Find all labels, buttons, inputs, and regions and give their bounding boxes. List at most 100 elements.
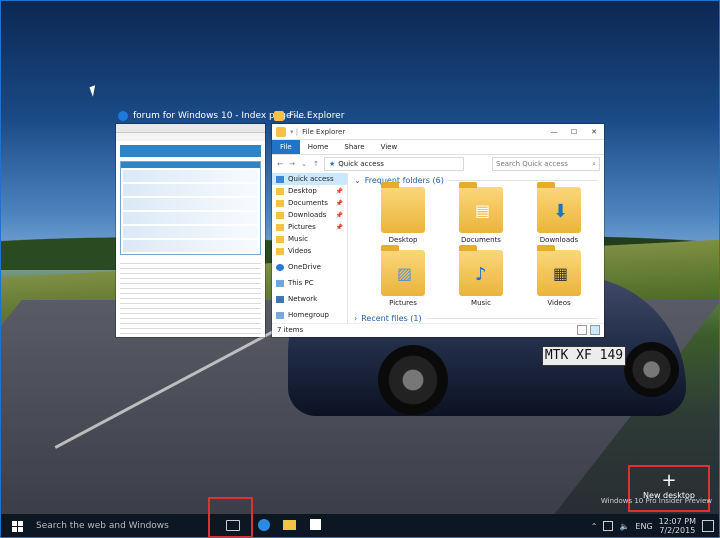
address-row: ← → ⌄ ↑ ★ Quick access Search Quick acce… — [272, 155, 604, 173]
nav-label: Homegroup — [288, 311, 330, 319]
nav-item-network[interactable]: Network — [272, 293, 347, 305]
car-wheel — [624, 342, 679, 397]
folder-music[interactable]: ♪ Music — [442, 245, 520, 307]
nav-item-onedrive[interactable]: OneDrive — [272, 261, 347, 273]
folder-icon — [276, 187, 284, 195]
pin-icon: 📌 — [335, 223, 343, 231]
nav-item-desktop[interactable]: Desktop 📌 — [272, 185, 347, 197]
nav-label: OneDrive — [288, 263, 321, 271]
address-text: Quick access — [338, 160, 384, 168]
music-folder-icon — [276, 235, 284, 243]
file-explorer-taskbar-icon[interactable] — [283, 520, 296, 530]
tab-file[interactable]: File — [272, 140, 300, 154]
windows-logo-icon — [11, 520, 23, 532]
nav-item-music[interactable]: Music — [272, 233, 347, 245]
nav-item-documents[interactable]: Documents 📌 — [272, 197, 347, 209]
document-icon: ▤ — [475, 201, 491, 220]
address-bar[interactable]: ★ Quick access — [324, 157, 464, 171]
edge-taskbar-icon[interactable] — [258, 519, 270, 531]
minimize-icon[interactable]: — — [544, 128, 564, 136]
nav-label: Music — [288, 235, 308, 243]
nav-item-this-pc[interactable]: This PC — [272, 277, 347, 289]
explorer-body: Quick access Desktop 📌 Documents 📌 Downloa… — [272, 173, 604, 323]
up-arrow-icon[interactable]: ↑ — [312, 160, 320, 168]
forward-arrow-icon[interactable]: → — [288, 160, 296, 168]
window-controls: — ☐ ✕ — [544, 128, 604, 136]
details-view-icon[interactable] — [577, 325, 587, 335]
nav-label: Desktop — [288, 187, 317, 195]
folder-icon — [276, 126, 286, 137]
forum-row — [123, 212, 258, 224]
item-count: 7 items — [277, 326, 304, 334]
downloads-folder-icon: ⬇ — [537, 182, 581, 233]
cortana-search-box[interactable]: Search the web and Windows — [34, 514, 221, 538]
large-icons-view-icon[interactable] — [590, 325, 600, 335]
quick-access-toolbar: ▾ | — [290, 127, 299, 136]
folder-label: Videos — [547, 299, 571, 307]
maximize-icon[interactable]: ☐ — [564, 128, 584, 136]
chevron-right-icon: › — [354, 313, 358, 323]
star-icon: ★ — [329, 160, 336, 168]
recent-dropdown-icon[interactable]: ⌄ — [300, 160, 308, 168]
chevron-down-icon: ⌄ — [354, 175, 361, 185]
folder-videos[interactable]: ▦ Videos — [520, 245, 598, 307]
music-folder-icon: ♪ — [459, 245, 503, 296]
folder-icon — [276, 199, 284, 207]
tab-home[interactable]: Home — [300, 140, 337, 154]
start-button[interactable] — [0, 514, 34, 538]
nav-item-downloads[interactable]: Downloads 📌 — [272, 209, 347, 221]
store-taskbar-icon[interactable] — [310, 519, 321, 530]
nav-item-pictures[interactable]: Pictures 📌 — [272, 221, 347, 233]
folder-pictures[interactable]: ▨ Pictures — [364, 245, 442, 307]
chevron-up-icon[interactable]: ⌃ — [591, 522, 598, 531]
forum-row — [123, 184, 258, 196]
clock[interactable]: 12:07 PM 7/2/2015 — [659, 517, 696, 535]
language-indicator[interactable]: ENG — [635, 522, 652, 531]
forum-table — [120, 161, 261, 255]
action-center-icon[interactable] — [702, 520, 714, 532]
folder-icon — [276, 211, 284, 219]
volume-icon[interactable]: 🔈 — [619, 522, 629, 531]
nav-label: Quick access — [288, 175, 334, 183]
nav-label: This PC — [288, 279, 314, 287]
forum-text — [120, 259, 261, 337]
search-placeholder: Search Quick access — [496, 160, 568, 168]
nav-item-videos[interactable]: Videos — [272, 245, 347, 257]
mouse-cursor-icon — [89, 85, 99, 97]
forum-row — [123, 198, 258, 210]
forum-header — [120, 145, 261, 157]
section-label: Recent files (1) — [361, 313, 422, 323]
recent-files-header[interactable]: › Recent files (1) — [354, 311, 598, 325]
navigation-pane: Quick access Desktop 📌 Documents 📌 Downloa… — [272, 173, 348, 323]
nav-item-quick-access[interactable]: Quick access — [272, 173, 347, 185]
folder-documents[interactable]: ▤ Documents — [442, 182, 520, 244]
back-arrow-icon[interactable]: ← — [276, 160, 284, 168]
videos-folder-icon — [276, 247, 284, 255]
folder-downloads[interactable]: ⬇ Downloads — [520, 182, 598, 244]
edge-icon — [118, 111, 128, 121]
search-input[interactable]: Search Quick access ⌕ — [492, 157, 600, 171]
nav-item-homegroup[interactable]: Homegroup — [272, 309, 347, 321]
browser-thumbnail[interactable] — [116, 124, 265, 337]
documents-folder-icon: ▤ — [459, 182, 503, 233]
folder-label: Documents — [461, 236, 501, 244]
clock-date: 7/2/2015 — [659, 526, 696, 535]
tab-view[interactable]: View — [373, 140, 406, 154]
divider — [447, 179, 598, 181]
close-icon[interactable]: ✕ — [584, 128, 604, 136]
network-icon — [276, 295, 284, 303]
plus-icon: + — [661, 470, 677, 491]
network-tray-icon[interactable] — [603, 521, 614, 531]
folder-icon — [276, 223, 284, 231]
nav-label: Pictures — [288, 223, 316, 231]
homegroup-icon — [276, 311, 284, 319]
pin-icon: 📌 — [335, 211, 343, 219]
explorer-thumbnail[interactable]: ▾ | File Explorer — ☐ ✕ File Home Share … — [272, 124, 604, 337]
folder-desktop[interactable]: Desktop — [364, 182, 442, 244]
task-view-button[interactable] — [208, 497, 253, 538]
explorer-thumbnail-title[interactable]: File Explorer — [274, 111, 344, 121]
nav-label: Documents — [288, 199, 328, 207]
forum-row — [123, 240, 258, 252]
pin-icon: 📌 — [335, 187, 343, 195]
tab-share[interactable]: Share — [336, 140, 372, 154]
